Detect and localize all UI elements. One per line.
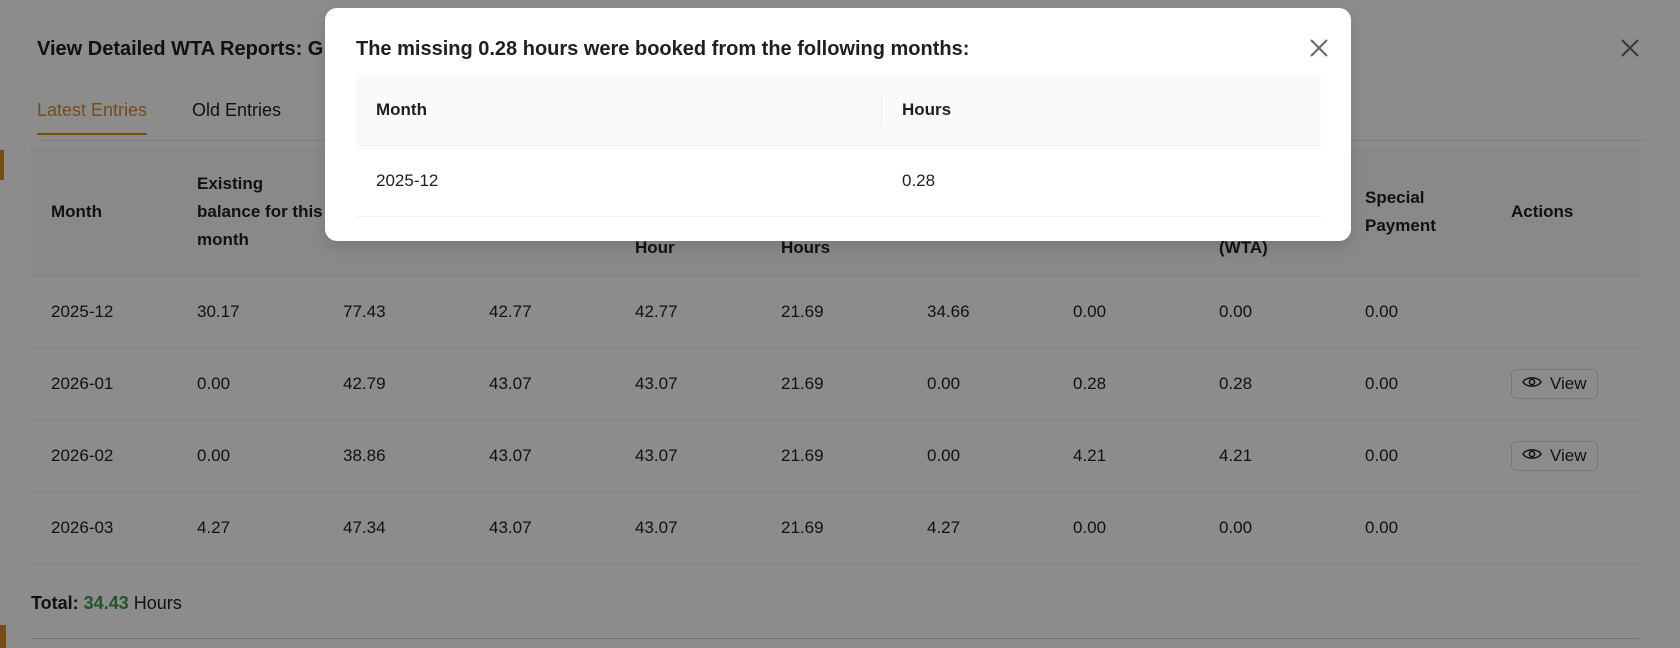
- cell-hours: 0.28: [882, 145, 1321, 217]
- missing-hours-modal: The missing 0.28 hours were booked from …: [325, 8, 1351, 241]
- table-header-row: Month Hours: [356, 75, 1321, 146]
- cell-month: 2025-12: [356, 145, 882, 217]
- modal-title: The missing 0.28 hours were booked from …: [356, 38, 970, 60]
- missing-hours-table: Month Hours 2025-12 0.28: [356, 75, 1321, 217]
- close-icon[interactable]: [1305, 34, 1333, 62]
- table-row: 2025-12 0.28: [356, 145, 1321, 217]
- column-header-month: Month: [356, 75, 882, 146]
- column-header-hours: Hours: [882, 75, 1321, 146]
